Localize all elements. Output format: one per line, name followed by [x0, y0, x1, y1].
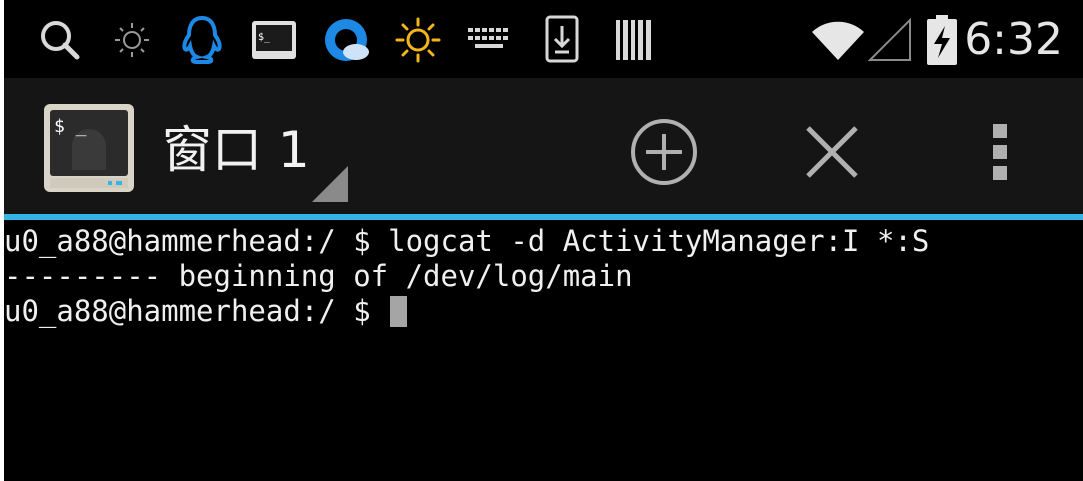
overflow-menu-button[interactable] [960, 112, 1040, 192]
cell-signal-icon[interactable] [862, 12, 918, 68]
search-icon[interactable] [32, 12, 88, 68]
terminal-line: u0_a88@hammerhead:/ $ logcat -d Activity… [4, 224, 930, 258]
terminal-view[interactable]: u0_a88@hammerhead:/ $ logcat -d Activity… [4, 224, 1083, 481]
action-bar: $ _ 窗口 1 [4, 78, 1083, 214]
svg-text:$ _: $ _ [54, 116, 87, 137]
terminal-app-icon[interactable]: $_ [246, 12, 302, 68]
sun-icon[interactable] [390, 12, 446, 68]
window-spinner-indicator[interactable] [312, 166, 348, 202]
terminal-prompt-line: u0_a88@hammerhead:/ $ [4, 294, 1083, 329]
new-window-button[interactable] [624, 112, 704, 192]
terminal-cursor [390, 296, 408, 327]
terminal-prompt: u0_a88@hammerhead:/ $ [4, 294, 389, 328]
download-icon[interactable] [534, 12, 590, 68]
wifi-icon[interactable] [810, 12, 866, 68]
qq-penguin-icon[interactable] [174, 12, 230, 68]
window-title[interactable]: 窗口 1 [162, 118, 310, 182]
add-circle-icon [631, 119, 697, 185]
screen: $_ 6:32 $ _ 窗口 1 u0_a88@hammerhead:/ $ l… [4, 0, 1083, 481]
barcode-icon[interactable] [606, 12, 662, 68]
battery-charging-icon[interactable] [914, 12, 970, 68]
browser-c-icon[interactable] [318, 12, 374, 68]
svg-text:$_: $_ [258, 32, 271, 43]
status-bar: $_ 6:32 [4, 0, 1083, 78]
close-icon [806, 126, 858, 178]
device-frame: $_ 6:32 $ _ 窗口 1 u0_a88@hammerhead:/ $ l… [0, 0, 1083, 481]
more-vertical-icon [993, 124, 1007, 180]
close-window-button[interactable] [792, 112, 872, 192]
keyboard-icon[interactable] [462, 12, 518, 68]
brightness-icon[interactable] [104, 12, 160, 68]
terminal-app-icon[interactable]: $ _ [42, 102, 136, 194]
terminal-line: --------- beginning of /dev/log/main [4, 259, 633, 293]
clock: 6:32 [964, 14, 1063, 65]
action-bar-divider [4, 214, 1083, 220]
